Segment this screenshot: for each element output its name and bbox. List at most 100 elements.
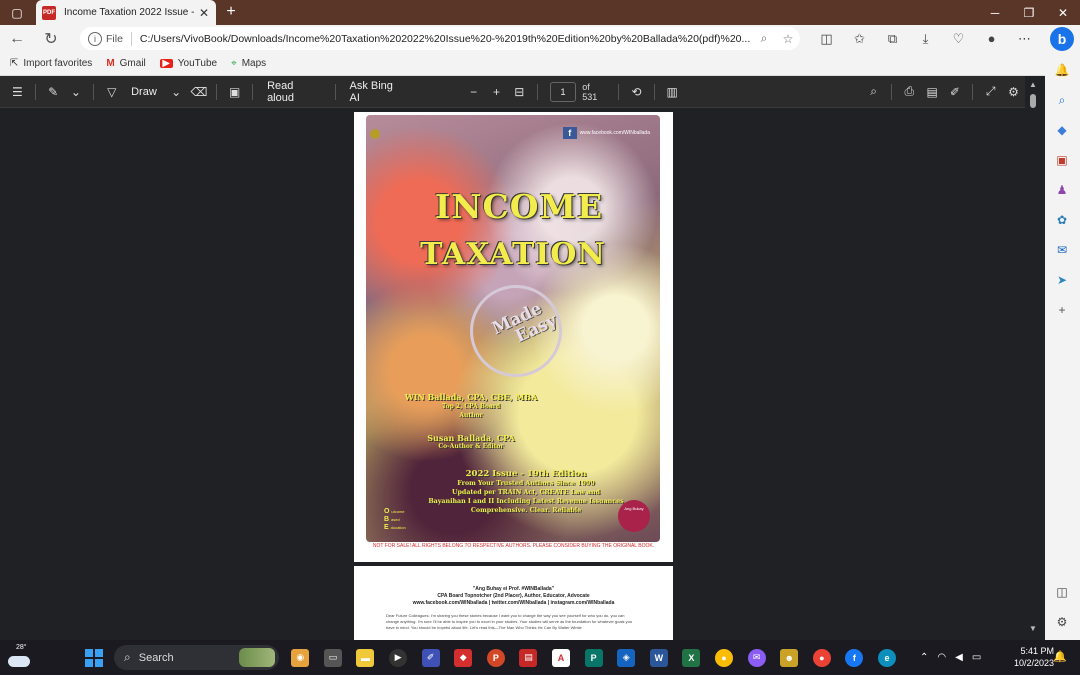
file-explorer-icon[interactable]: ▬ [349,645,382,670]
notifications-icon[interactable]: 🔔 [1051,59,1073,81]
active-tab[interactable]: PDF Income Taxation 2022 Issue - 19 ✕ [36,0,216,25]
microsoft365-icon[interactable]: ✿ [1051,209,1073,231]
save-icon[interactable]: ▤ [921,85,944,99]
pen-app-icon[interactable]: ✐ [414,645,447,670]
draw-button[interactable]: Draw [123,86,165,98]
save-as-icon[interactable]: ✐ [944,85,967,99]
edition-line: Updated per TRAIN Act, CREATE Law and [452,489,600,496]
wifi-icon[interactable]: ◠ [937,652,946,663]
windows-start-icon[interactable] [85,649,103,667]
restore-icon[interactable]: ❐ [1012,0,1046,25]
collections-icon[interactable]: ⧉ [876,31,909,47]
acrobat-icon[interactable]: A [545,645,578,670]
clock-time: 5:41 PM [1020,646,1054,656]
excel-icon[interactable]: X [675,645,708,670]
chevron-up-icon[interactable]: ⌃ [920,652,928,663]
coauthor-name: Susan Ballada, CPA [427,433,515,443]
add-icon[interactable]: + [1051,299,1073,321]
favorites-icon[interactable]: ✩ [843,31,876,47]
powerpoint-icon[interactable]: P [480,645,513,670]
zoom-icon[interactable]: ⌕ [752,31,776,46]
extensions-icon[interactable]: ♡ [942,31,975,47]
page-view-icon[interactable]: ▥ [661,85,684,99]
chrome-profile-icon[interactable]: ● [806,645,839,670]
media-player-icon[interactable]: ▶ [382,645,415,670]
red-app-icon[interactable]: ◆ [447,645,480,670]
close-window-icon[interactable]: ✕ [1046,0,1080,25]
word-icon[interactable]: W [643,645,676,670]
game-app-icon[interactable]: ☻ [773,645,806,670]
split-screen-icon[interactable]: ◫ [810,31,843,47]
close-tab-icon[interactable]: ✕ [198,6,210,20]
weather-widget[interactable]: 28° [6,644,36,672]
battery-icon[interactable]: ▭ [972,652,981,663]
outlook-icon[interactable]: ✉ [1051,239,1073,261]
draw-icon[interactable]: ▽ [100,85,123,99]
page-number-input[interactable]: 1 [549,81,577,102]
favorite-gmail[interactable]: M Gmail [106,58,145,69]
edge-icon[interactable]: e [871,645,904,670]
search-icon[interactable]: ⌕ [1051,89,1073,111]
settings-gear-icon[interactable]: ⚙ [1002,85,1025,99]
chrome-icon[interactable]: ● [708,645,741,670]
minimize-icon[interactable]: ─ [978,0,1012,25]
settings-gear-icon[interactable]: ⚙ [1051,611,1073,633]
tools-icon[interactable]: ▣ [1051,149,1073,171]
print-icon[interactable]: ⎙ [898,84,921,99]
more-menu-icon[interactable]: ⋯ [1008,31,1041,47]
divider [536,83,538,100]
address-bar[interactable]: i File C:/Users/VivoBook/Downloads/Incom… [80,27,800,50]
drop-icon[interactable]: ➤ [1051,269,1073,291]
search-icon[interactable]: ⌕ [862,84,885,99]
text-box-icon[interactable]: ▣ [223,85,246,99]
pdf-app-icon[interactable]: ▤ [512,645,545,670]
publisher-icon[interactable]: P [577,645,610,670]
pdf-viewer[interactable]: f www.facebook.com/WINballada INCOME TAXA… [0,108,1025,640]
edition-details: From Your Trusted Authors Since 1999 Upd… [402,479,650,515]
shopping-tag-icon[interactable]: ◆ [1051,119,1073,141]
fullscreen-icon[interactable]: ⤢ [979,84,1002,99]
highlight-icon[interactable]: ✎ [42,85,65,99]
window-menu-icon[interactable]: ▢ [0,0,34,25]
vertical-scrollbar[interactable]: ▲ ▼ [1027,76,1041,640]
info-icon[interactable]: i [88,31,102,46]
new-tab-button[interactable]: + [222,3,240,21]
favorite-import[interactable]: ⇱ Import favorites [10,58,92,69]
taskbar-search[interactable]: ⌕ Search [114,645,279,670]
scroll-down-icon[interactable]: ▼ [1029,624,1037,633]
url-text[interactable]: C:/Users/VivoBook/Downloads/Income%20Tax… [140,33,752,45]
notification-bell-icon[interactable]: 🔔 [1053,650,1067,663]
favorite-label: Gmail [119,58,146,69]
ask-bing-button[interactable]: Ask Bing AI [341,80,410,104]
sketchup-icon[interactable]: ◈ [610,645,643,670]
read-aloud-button[interactable]: Read aloud [259,80,328,104]
clock[interactable]: 5:41 PM 10/2/2023 [1000,645,1054,669]
back-arrow-icon[interactable]: ← [0,25,34,52]
games-icon[interactable]: ♟ [1051,179,1073,201]
fit-page-icon[interactable]: ⊟ [508,85,531,99]
divider [34,83,36,100]
scroll-up-icon[interactable]: ▲ [1029,80,1037,89]
volume-icon[interactable]: ◀ [955,652,963,663]
rotate-icon[interactable]: ⟲ [625,85,648,99]
chevron-down-icon[interactable]: ⌄ [165,85,188,99]
eraser-icon[interactable]: ⌫ [188,85,211,99]
favorite-star-icon[interactable]: ☆ [776,32,800,46]
author-credential: Top 2, CPA Board [441,403,501,410]
profile-icon[interactable]: ● [975,31,1008,46]
chevron-down-icon[interactable]: ⌄ [65,85,88,99]
refresh-icon[interactable]: ↻ [34,25,68,52]
scrollbar-thumb[interactable] [1030,94,1036,108]
zoom-in-button[interactable]: + [485,85,508,99]
zoom-out-button[interactable]: − [462,85,485,99]
favorite-maps[interactable]: ⌖ Maps [231,58,266,69]
app-icon[interactable]: ◉ [284,645,317,670]
task-view-icon[interactable]: ▭ [317,645,350,670]
favorite-youtube[interactable]: ▶ YouTube [159,58,217,69]
facebook-icon[interactable]: f [838,645,871,670]
downloads-icon[interactable]: ⤓ [909,31,942,47]
messenger-icon[interactable]: ✉ [740,645,773,670]
contents-icon[interactable]: ☰ [6,85,29,99]
bing-copilot-icon[interactable]: b [1050,27,1074,51]
sidebar-toggle-icon[interactable]: ◫ [1051,581,1073,603]
